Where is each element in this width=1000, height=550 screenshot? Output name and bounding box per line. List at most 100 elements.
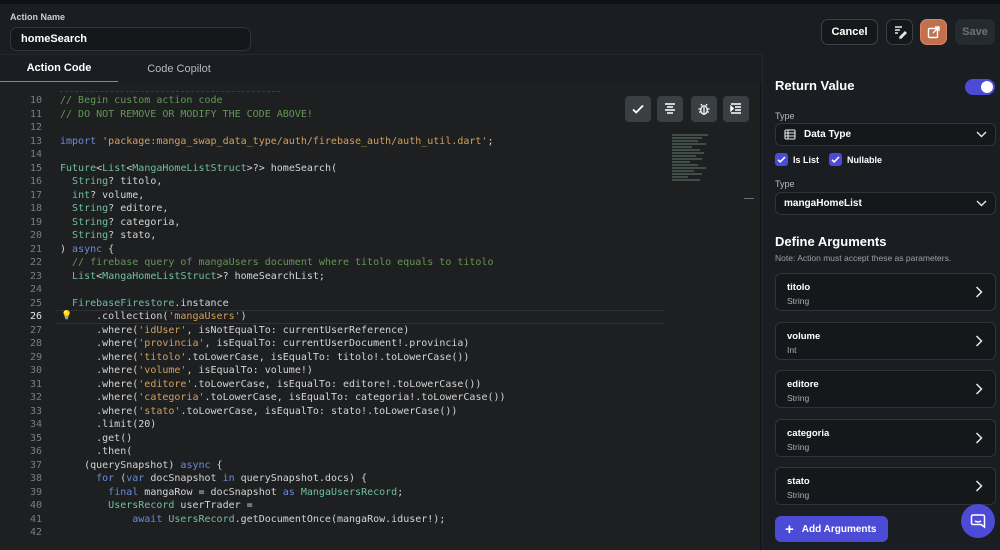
- code-text: UsersRecord userTrader =: [108, 500, 253, 511]
- argument-card-editore[interactable]: editore String: [775, 370, 996, 408]
- line-number: 39: [29, 486, 42, 498]
- argument-card-stato[interactable]: stato String: [775, 467, 996, 505]
- format-icon: [894, 26, 907, 39]
- data-type-select[interactable]: mangaHomeList: [775, 192, 996, 215]
- line-number: 41: [29, 513, 42, 525]
- line-number: 31: [29, 378, 42, 390]
- line-number: 24: [29, 284, 42, 295]
- data-type-select-value: mangaHomeList: [784, 198, 862, 209]
- code-line[interactable]: 19 String? categoria,: [0, 216, 680, 230]
- scroll-indicator[interactable]: [744, 198, 754, 199]
- return-options: Is List Nullable: [775, 153, 882, 166]
- code-line[interactable]: 39 final mangaRow = docSnapshot as Manga…: [0, 486, 680, 500]
- code-line[interactable]: 10 // Begin custom action code: [0, 94, 680, 108]
- code-line[interactable]: 40 UsersRecord userTrader =: [0, 499, 680, 513]
- argument-name: editore: [787, 379, 819, 390]
- line-number: 26: [29, 311, 42, 322]
- argument-card-categoria[interactable]: categoria String: [775, 419, 996, 457]
- code-line[interactable]: 11 // DO NOT REMOVE OR MODIFY THE CODE AB…: [0, 108, 680, 122]
- code-line[interactable]: 21) async {: [0, 243, 680, 257]
- support-chat-button[interactable]: [961, 504, 995, 538]
- code-text: .then(: [60, 446, 133, 457]
- cancel-button[interactable]: Cancel: [821, 19, 878, 45]
- line-number: 30: [29, 365, 42, 376]
- line-number: 10: [29, 95, 42, 106]
- check-code-button[interactable]: [625, 96, 651, 122]
- code-text: await UsersRecord.getDocumentOnce(mangaR…: [132, 513, 446, 525]
- action-name-input[interactable]: [10, 27, 251, 51]
- format-align-button[interactable]: [657, 96, 683, 122]
- line-number: 29: [29, 351, 42, 363]
- code-line[interactable]: 34 .limit(20): [0, 418, 680, 432]
- argument-card-volume[interactable]: volume Int: [775, 322, 996, 360]
- open-external-button[interactable]: [920, 19, 947, 45]
- custom-action-editor: Action Name Cancel Save Action Code Code…: [0, 0, 1000, 550]
- type-label: Type: [775, 111, 795, 121]
- code-line[interactable]: 16 String? titolo,: [0, 175, 680, 189]
- is-list-label: Is List: [793, 154, 820, 165]
- chat-icon: [970, 514, 986, 529]
- code-line[interactable]: 42: [0, 526, 680, 540]
- chevron-right-icon: [975, 383, 983, 395]
- code-line[interactable]: 38 for (var docSnapshot in querySnapshot…: [0, 472, 680, 486]
- line-number: 38: [29, 473, 42, 484]
- line-number: 34: [29, 419, 42, 430]
- code-line[interactable]: 18 String? editore,: [0, 202, 680, 216]
- nullable-checkbox[interactable]: [829, 153, 843, 166]
- add-arguments-button[interactable]: + Add Arguments: [775, 516, 888, 542]
- code-line[interactable]: 33 .where('stato'.toLowerCase, isEqualTo…: [0, 405, 680, 419]
- code-line[interactable]: 37 (querySnapshot) async {: [0, 459, 680, 473]
- code-line[interactable]: 25 FirebaseFirestore.instance: [0, 297, 680, 311]
- tab-bar: Action Code Code Copilot: [0, 54, 762, 83]
- code-line[interactable]: 31 .where('editore'.toLowerCase, isEqual…: [0, 378, 680, 392]
- return-value-title: Return Value: [775, 78, 855, 93]
- code-line[interactable]: 29 .where('titolo'.toLowerCase, isEqualT…: [0, 351, 680, 365]
- code-line[interactable]: 20 String? stato,: [0, 229, 680, 243]
- code-text: import 'package:manga_swap_data_type/aut…: [60, 135, 494, 147]
- code-minimap[interactable]: [672, 134, 712, 186]
- code-line[interactable]: 28 .where('provincia', isEqualTo: curren…: [0, 337, 680, 351]
- argument-card-titolo[interactable]: titolo String: [775, 273, 996, 311]
- debug-button[interactable]: [691, 96, 717, 122]
- save-button[interactable]: Save: [955, 19, 995, 45]
- check-icon: [777, 156, 786, 164]
- code-text: .get(): [60, 432, 133, 444]
- argument-name: titolo: [787, 282, 811, 293]
- code-line[interactable]: 💡 26 .collection('mangaUsers'): [0, 310, 680, 324]
- code-text: .collection('mangaUsers'): [60, 311, 247, 322]
- code-line[interactable]: 12: [0, 121, 680, 135]
- code-line[interactable]: 22 // firebase query of mangaUsers docum…: [0, 256, 680, 270]
- table-icon: [784, 129, 796, 140]
- is-list-checkbox[interactable]: [775, 153, 788, 166]
- tab-code-copilot[interactable]: Code Copilot: [118, 55, 240, 83]
- nullable-label: Nullable: [847, 154, 883, 165]
- tab-action-code[interactable]: Action Code: [0, 55, 118, 83]
- code-line[interactable]: 36 .then(: [0, 445, 680, 459]
- code-line[interactable]: 41 await UsersRecord.getDocumentOnce(man…: [0, 513, 680, 527]
- check-icon: [632, 104, 644, 114]
- argument-type: String: [787, 490, 810, 500]
- type-select-value: Data Type: [804, 129, 852, 140]
- type-select[interactable]: Data Type: [775, 123, 996, 146]
- code-line[interactable]: 14: [0, 148, 680, 162]
- code-text: String? editore,: [72, 203, 169, 214]
- format-code-button[interactable]: [886, 19, 913, 45]
- code-line[interactable]: 27 .where('idUser', isNotEqualTo: curren…: [0, 324, 680, 338]
- type2-label: Type: [775, 179, 795, 189]
- code-line[interactable]: 35 .get(): [0, 432, 680, 446]
- code-line[interactable]: 23 List<MangaHomeListStruct>? homeSearch…: [0, 270, 680, 284]
- code-line[interactable]: 17 int? volume,: [0, 189, 680, 203]
- define-arguments-title: Define Arguments: [775, 234, 887, 249]
- code-editor[interactable]: 10 // Begin custom action code 11 // DO NOT…: [0, 82, 760, 550]
- line-number: 21: [29, 243, 42, 255]
- line-number: 28: [29, 338, 42, 349]
- code-line[interactable]: 15 Future<List<MangaHomeListStruct>?> hom…: [0, 162, 680, 176]
- code-line[interactable]: 13 import 'package:manga_swap_data_type/a…: [0, 135, 680, 149]
- code-line[interactable]: 32 .where('categoria'.toLowerCase, isEqu…: [0, 391, 680, 405]
- code-text: .where('provincia', isEqualTo: currentUs…: [60, 338, 470, 349]
- code-text: .where('categoria'.toLowerCase, isEqualT…: [60, 392, 506, 403]
- return-value-toggle[interactable]: [965, 79, 995, 95]
- indent-button[interactable]: [723, 96, 749, 122]
- code-line[interactable]: 30 .where('volume', isEqualTo: volume!): [0, 364, 680, 378]
- code-line[interactable]: 24: [0, 283, 680, 297]
